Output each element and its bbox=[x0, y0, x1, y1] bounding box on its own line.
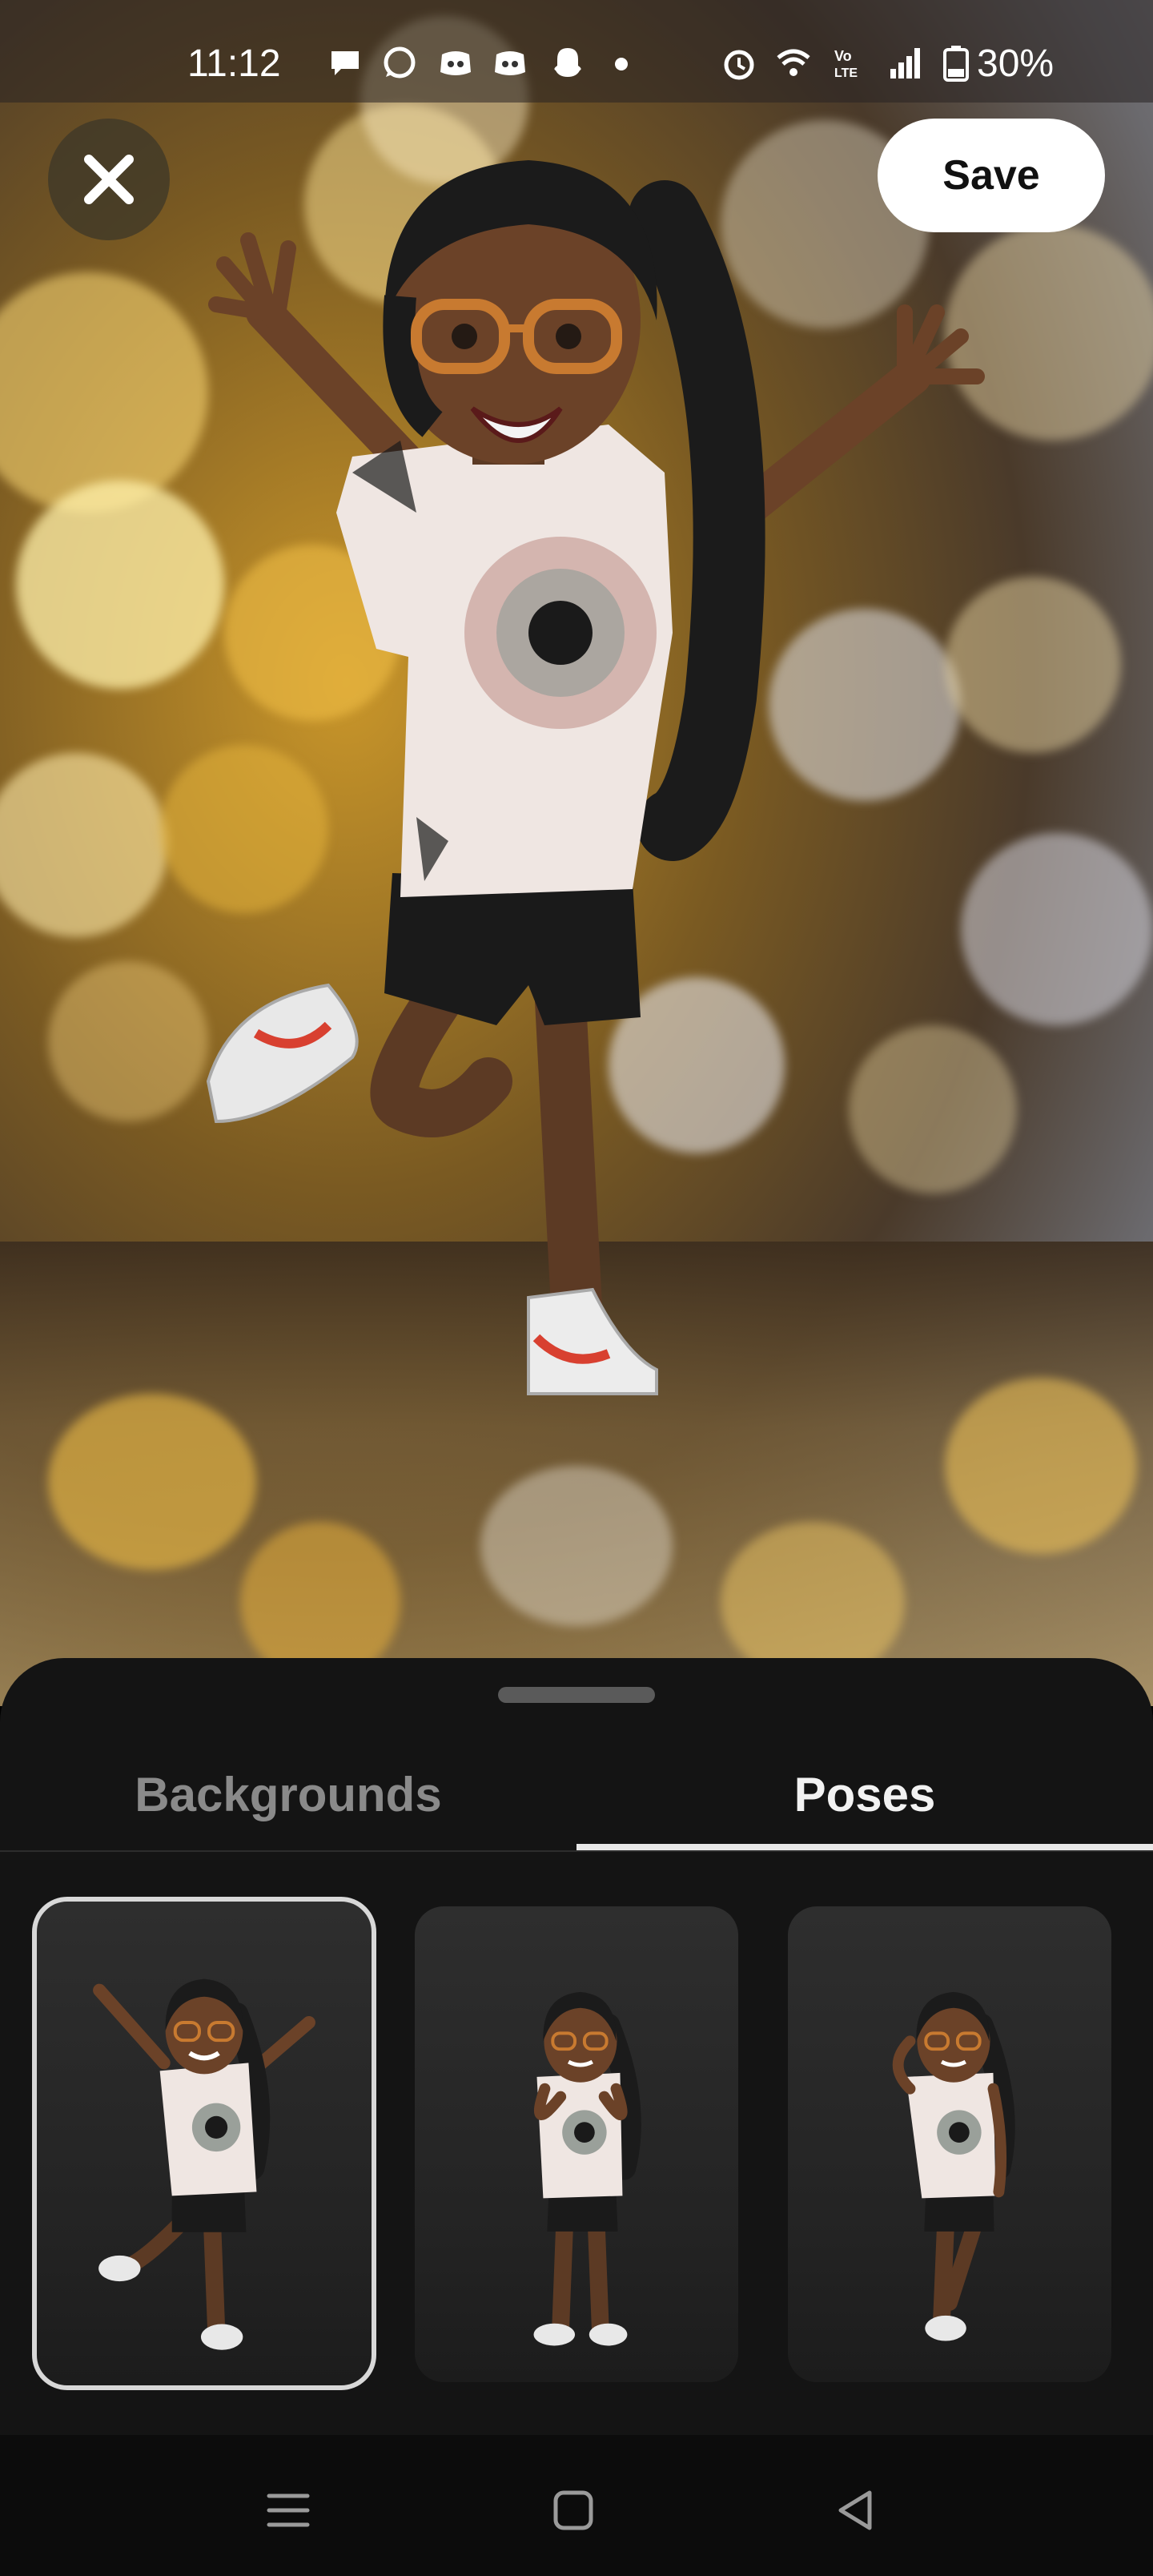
home-icon[interactable] bbox=[549, 2486, 597, 2534]
dot-icon bbox=[615, 58, 628, 70]
avatar-pose-thumbnail bbox=[93, 1978, 315, 2350]
menu-icon[interactable] bbox=[264, 2486, 312, 2534]
whatsapp-icon bbox=[384, 46, 416, 78]
snapchat-icon bbox=[554, 48, 581, 77]
avatar-pose-thumbnail bbox=[533, 1991, 641, 2346]
volte-icon: Vo LTE bbox=[834, 48, 858, 80]
battery-percentage: 30% bbox=[977, 42, 1055, 85]
discord-icon bbox=[495, 51, 525, 75]
pose-option-jumping[interactable] bbox=[32, 1897, 376, 2390]
pose-option-hands-together[interactable] bbox=[415, 1906, 738, 2382]
close-icon bbox=[84, 155, 134, 204]
pose-option-peace-sign[interactable] bbox=[788, 1906, 1111, 2382]
tab-selected-indicator bbox=[576, 1844, 1153, 1850]
save-button[interactable]: Save bbox=[878, 119, 1105, 232]
avatar-pose-thumbnail bbox=[892, 1991, 1015, 2341]
back-icon[interactable] bbox=[833, 2486, 881, 2534]
system-navigation-bar bbox=[0, 2435, 1153, 2576]
sheet-drag-handle[interactable] bbox=[498, 1687, 655, 1703]
avatar-preview-background bbox=[0, 0, 1153, 1706]
wifi-icon bbox=[777, 49, 810, 76]
discord-icon bbox=[440, 51, 471, 75]
chat-bubble-icon bbox=[331, 51, 359, 75]
alarm-icon bbox=[724, 50, 754, 80]
avatar-figure bbox=[206, 160, 985, 1395]
close-button[interactable] bbox=[48, 119, 170, 240]
tab-divider bbox=[0, 1850, 1153, 1852]
tab-backgrounds[interactable]: Backgrounds bbox=[0, 1746, 576, 1842]
tab-poses[interactable]: Poses bbox=[576, 1746, 1153, 1842]
svg-text:Vo: Vo bbox=[834, 48, 852, 64]
svg-text:LTE: LTE bbox=[834, 66, 858, 80]
signal-icon bbox=[890, 48, 920, 78]
status-bar: 11:12 Vo LTE 30% bbox=[0, 0, 1153, 103]
battery-charging-icon bbox=[943, 46, 969, 82]
status-time: 11:12 bbox=[187, 42, 281, 85]
